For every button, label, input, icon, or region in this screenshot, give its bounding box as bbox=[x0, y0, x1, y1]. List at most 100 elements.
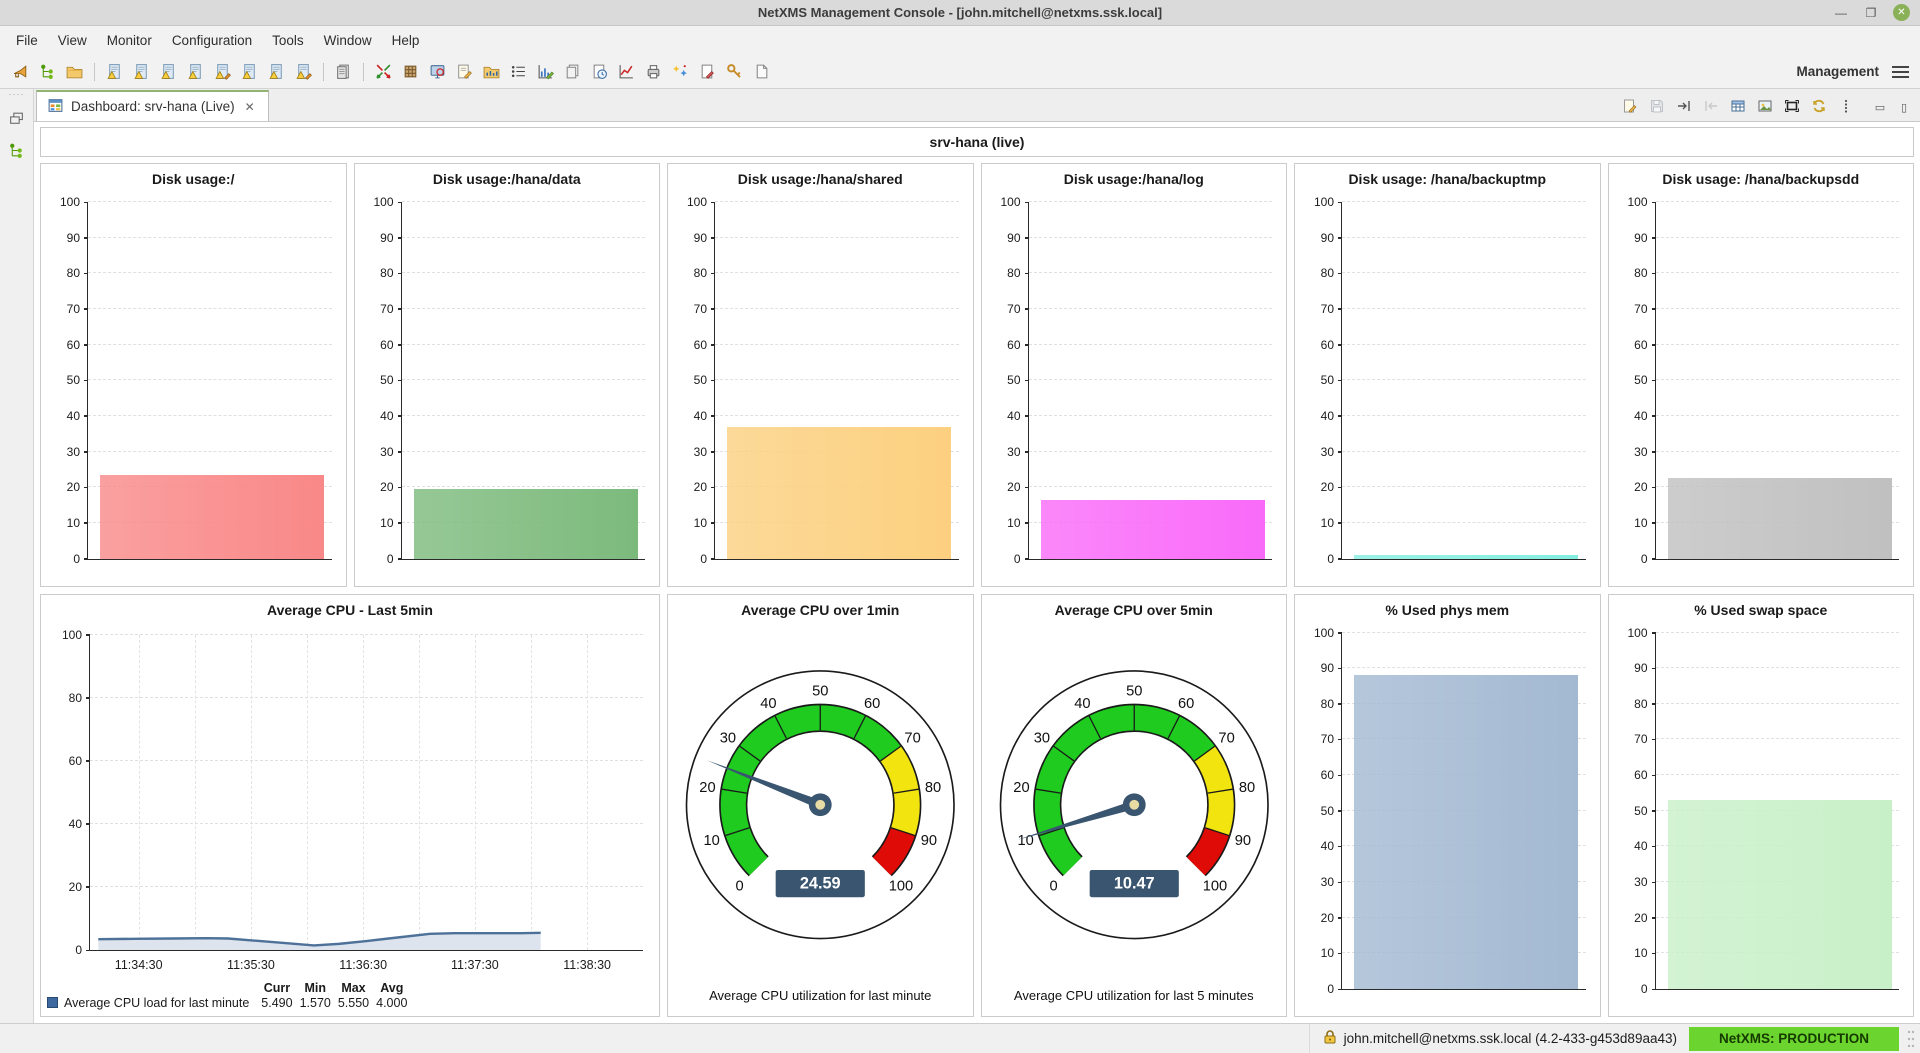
y-axis-label: 50 bbox=[985, 373, 1021, 387]
menu-configuration[interactable]: Configuration bbox=[162, 29, 262, 52]
axis-tick bbox=[1652, 237, 1656, 239]
axis-tick bbox=[398, 308, 402, 310]
svg-text:70: 70 bbox=[1218, 730, 1234, 746]
edit-dashboard-icon[interactable] bbox=[1618, 94, 1642, 118]
toolbar-object-tree-icon[interactable] bbox=[35, 59, 60, 84]
toolbar-audit-log-icon[interactable] bbox=[183, 59, 208, 84]
gauge-dial: 010203040506070809010024.59 bbox=[668, 621, 973, 989]
y-axis-label: 90 bbox=[1612, 231, 1648, 245]
y-axis-label: 20 bbox=[1612, 911, 1648, 925]
toolbar-magic-actions-icon[interactable] bbox=[668, 59, 693, 84]
toolbar-edit-report-icon[interactable] bbox=[695, 59, 720, 84]
gauge-value: 10.47 bbox=[1113, 874, 1154, 892]
window-minimize-icon[interactable]: — bbox=[1833, 5, 1849, 21]
axis-tick bbox=[1652, 739, 1656, 741]
view-minimize-icon[interactable]: ▭ bbox=[1872, 99, 1888, 115]
toolbar-snmp-trap-log-icon[interactable] bbox=[156, 59, 181, 84]
toolbar-network-map-icon[interactable] bbox=[398, 59, 423, 84]
y-axis-label: 70 bbox=[1298, 732, 1334, 746]
toolbar-notification-log-icon[interactable] bbox=[291, 59, 316, 84]
y-axis-label: 0 bbox=[1612, 552, 1648, 566]
gridline bbox=[1656, 201, 1900, 202]
hamburger-menu-icon[interactable] bbox=[1889, 63, 1912, 81]
svg-text:20: 20 bbox=[699, 779, 715, 795]
tab-close-icon[interactable]: ✕ bbox=[242, 99, 258, 115]
gridline bbox=[715, 201, 959, 202]
gridline bbox=[1342, 415, 1586, 416]
axis-tick bbox=[1338, 703, 1342, 705]
y-axis-label: 100 bbox=[1612, 626, 1648, 640]
menu-monitor[interactable]: Monitor bbox=[97, 29, 162, 52]
y-axis-label: 20 bbox=[46, 880, 82, 894]
axis-tick bbox=[1652, 668, 1656, 670]
toolbar-event-list-icon[interactable] bbox=[506, 59, 531, 84]
gridline bbox=[715, 272, 959, 273]
toolbar-copy-pages-icon[interactable] bbox=[560, 59, 585, 84]
menu-view[interactable]: View bbox=[48, 29, 97, 52]
statusbar-grip-handle[interactable] bbox=[1905, 1028, 1917, 1050]
toolbar-policy-edit-log-icon[interactable] bbox=[210, 59, 235, 84]
toolbar-history-log-icon[interactable] bbox=[587, 59, 612, 84]
chart-title: Disk usage:/ bbox=[41, 164, 346, 190]
gridline bbox=[1342, 201, 1586, 202]
toolbar-event-log-icon[interactable] bbox=[102, 59, 127, 84]
toolbar-data-collection-icon[interactable] bbox=[331, 59, 356, 84]
y-axis-label: 100 bbox=[1298, 626, 1334, 640]
toolbar-syslog-icon[interactable] bbox=[129, 59, 154, 84]
view-menu-icon[interactable] bbox=[1834, 94, 1858, 118]
toolbar-alarm-log-icon[interactable] bbox=[264, 59, 289, 84]
refresh-icon[interactable] bbox=[1807, 94, 1831, 118]
gridline bbox=[1342, 272, 1586, 273]
export-table-icon[interactable] bbox=[1726, 94, 1750, 118]
menu-file[interactable]: File bbox=[6, 29, 48, 52]
gridline bbox=[1656, 738, 1900, 739]
window-close-icon[interactable]: ✕ bbox=[1893, 4, 1910, 21]
svg-text:40: 40 bbox=[760, 695, 776, 711]
rail-grip-handle[interactable]: ···· bbox=[9, 92, 25, 97]
gridline bbox=[88, 201, 332, 202]
axis-tick bbox=[1652, 989, 1656, 991]
window-maximize-icon[interactable]: ❐ bbox=[1863, 5, 1879, 21]
svg-text:80: 80 bbox=[925, 779, 941, 795]
window-titlebar[interactable]: NetXMS Management Console - [john.mitche… bbox=[0, 0, 1920, 26]
main-toolbar: Management bbox=[0, 55, 1920, 89]
toolbar-remote-screen-icon[interactable] bbox=[425, 59, 450, 84]
y-axis-label: 70 bbox=[671, 302, 707, 316]
minimized-object-tree-icon[interactable] bbox=[6, 139, 28, 161]
restore-view-icon[interactable] bbox=[6, 107, 28, 129]
y-axis-label: 80 bbox=[1612, 266, 1648, 280]
toolbar-graph-edit-icon[interactable] bbox=[533, 59, 558, 84]
toolbar-printer-icon[interactable] bbox=[641, 59, 666, 84]
toolbar-graph-compare-icon[interactable] bbox=[371, 59, 396, 84]
gridline bbox=[88, 344, 332, 345]
tab-dashboard-srv-hana[interactable]: Dashboard: srv-hana (Live) ✕ bbox=[36, 90, 269, 121]
toolbar-edit-notes-icon[interactable] bbox=[452, 59, 477, 84]
toolbar-open-dashboard-icon[interactable] bbox=[62, 59, 87, 84]
toolbar-performance-chart-icon[interactable] bbox=[614, 59, 639, 84]
menu-help[interactable]: Help bbox=[382, 29, 430, 52]
bar-value bbox=[1354, 675, 1578, 989]
bar-value bbox=[1354, 555, 1578, 559]
toolbar-windows-event-log-icon[interactable] bbox=[237, 59, 262, 84]
gridline bbox=[402, 201, 646, 202]
toolbar-template-graphs-icon[interactable] bbox=[479, 59, 504, 84]
gridline bbox=[402, 415, 646, 416]
pin-right-icon[interactable] bbox=[1672, 94, 1696, 118]
axis-tick bbox=[398, 237, 402, 239]
axis-tick bbox=[1338, 237, 1342, 239]
y-axis-label: 20 bbox=[985, 480, 1021, 494]
screenshot-icon[interactable] bbox=[1753, 94, 1777, 118]
view-maximize-icon[interactable]: ▯ bbox=[1896, 99, 1912, 115]
toolbar-access-key-icon[interactable] bbox=[722, 59, 747, 84]
lock-icon bbox=[1322, 1029, 1338, 1048]
fullscreen-icon[interactable] bbox=[1780, 94, 1804, 118]
menu-tools[interactable]: Tools bbox=[262, 29, 314, 52]
axis-tick bbox=[711, 273, 715, 275]
y-axis-label: 0 bbox=[985, 552, 1021, 566]
toolbar-alarm-horn-icon[interactable] bbox=[8, 59, 33, 84]
gridline bbox=[715, 415, 959, 416]
menu-window[interactable]: Window bbox=[314, 29, 382, 52]
axis-tick bbox=[84, 451, 88, 453]
toolbar-report-page-icon[interactable] bbox=[749, 59, 774, 84]
axis-tick bbox=[1652, 451, 1656, 453]
